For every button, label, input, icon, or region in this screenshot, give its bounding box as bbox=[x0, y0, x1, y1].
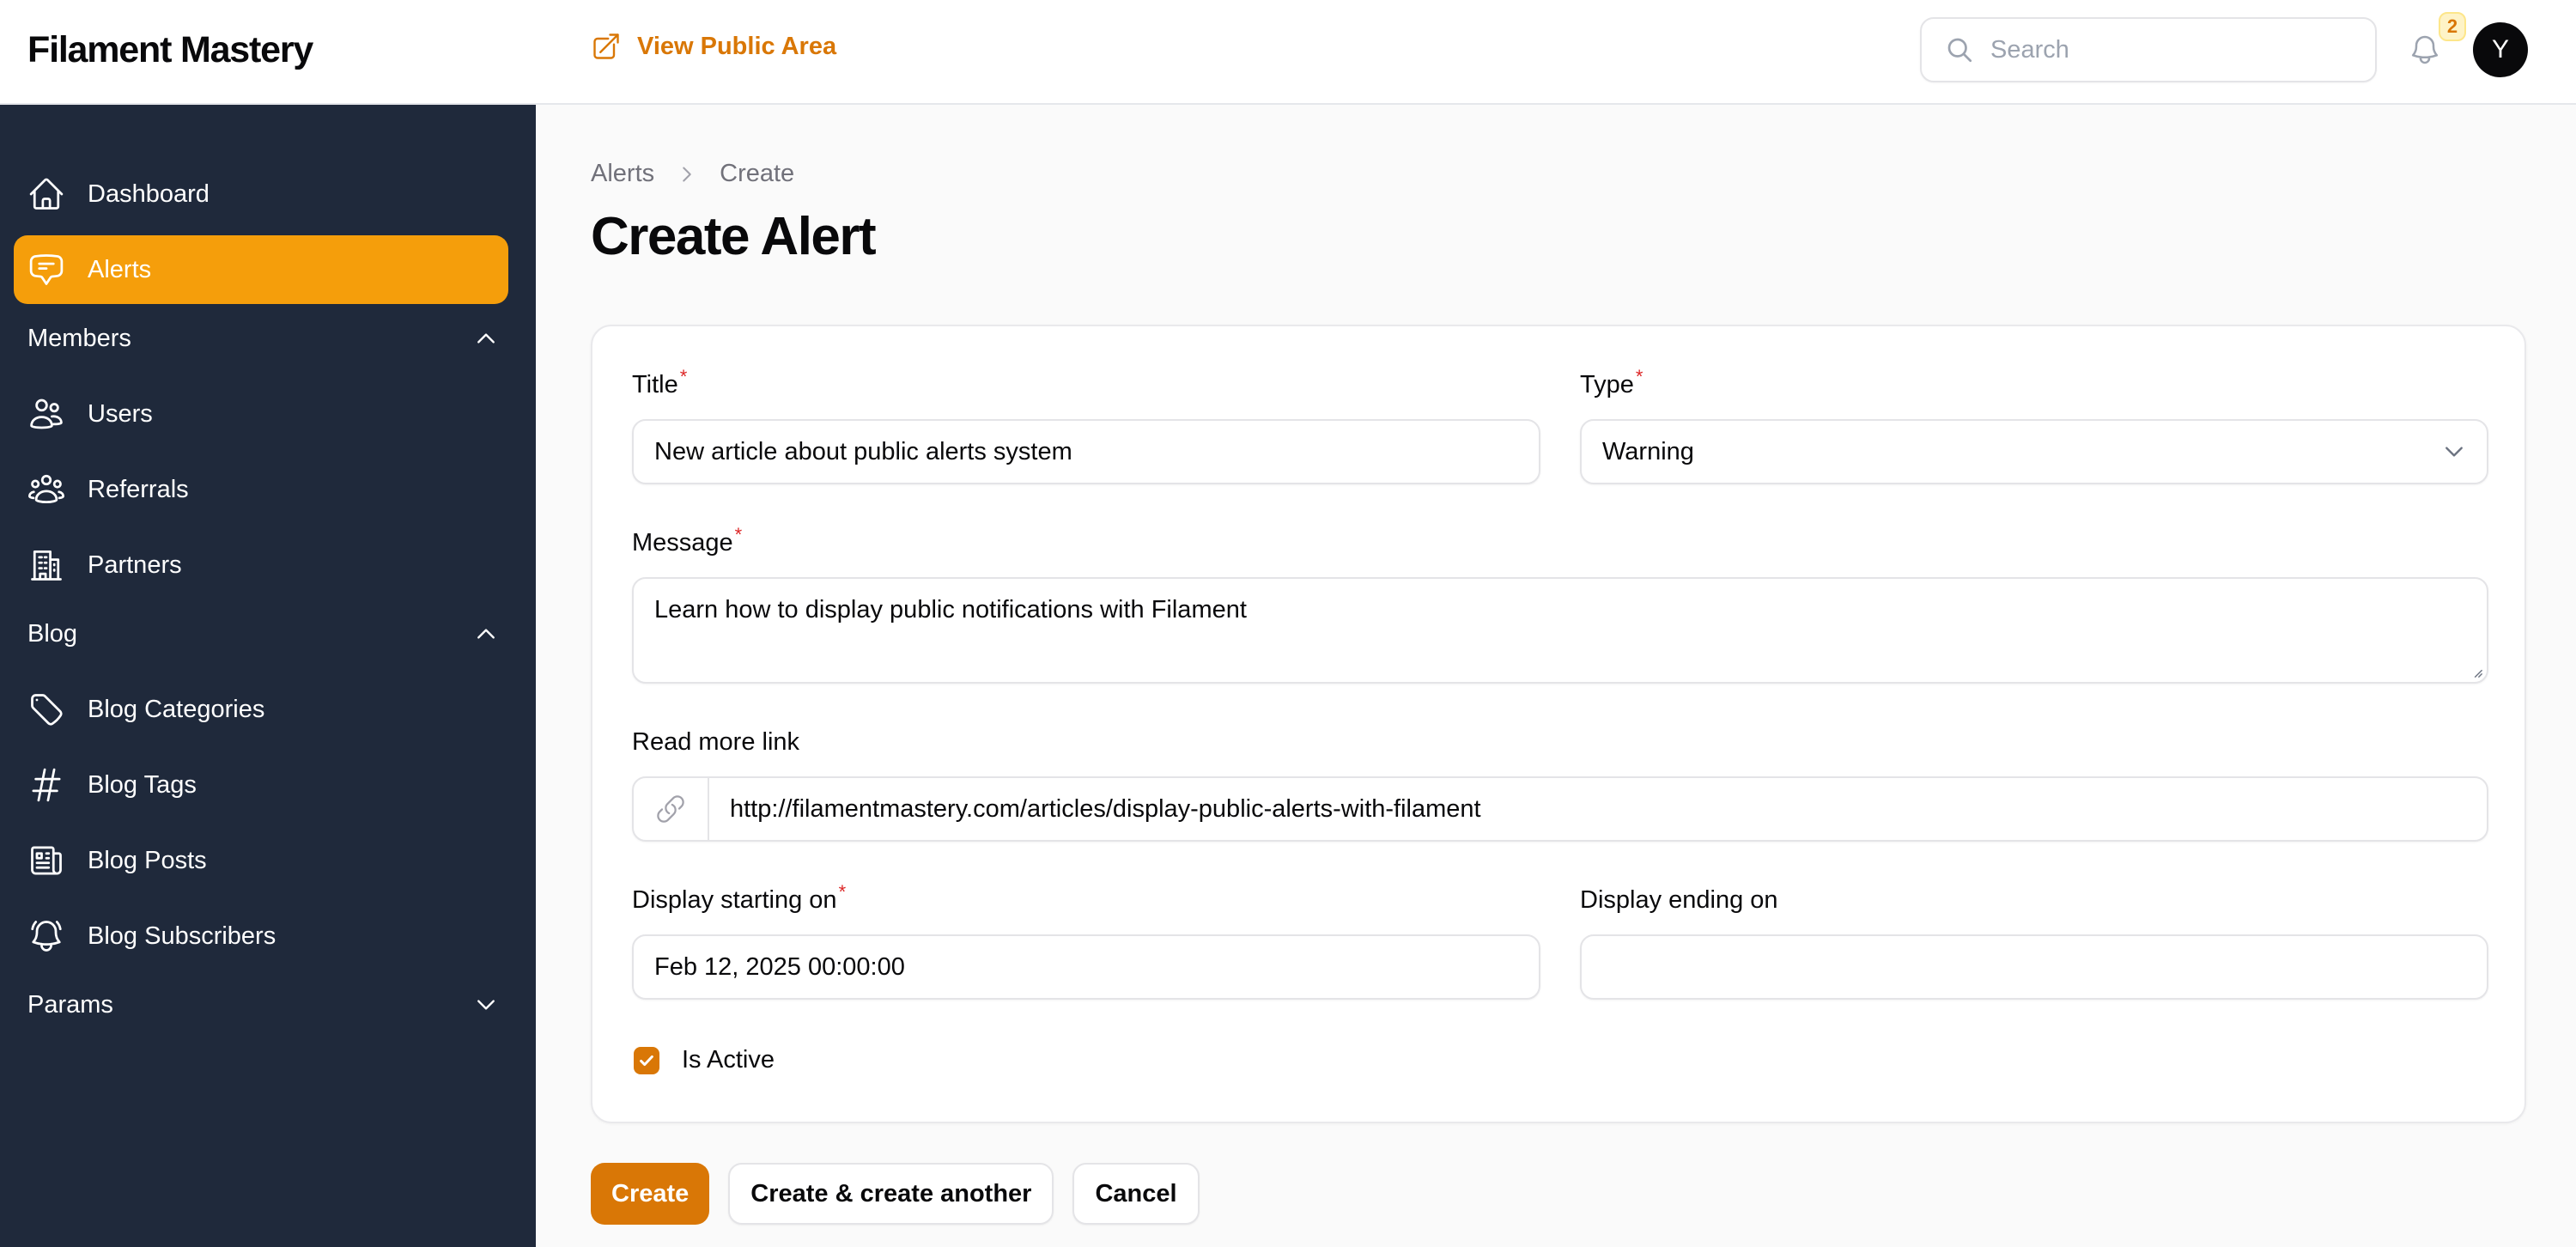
title-value: New article about public alerts system bbox=[654, 437, 1072, 465]
sidebar-item-partners[interactable]: Partners bbox=[14, 531, 508, 599]
required-marker: * bbox=[734, 524, 743, 545]
sidebar-item-blog-subscribers[interactable]: Blog Subscribers bbox=[14, 902, 508, 970]
user-group-icon bbox=[28, 474, 64, 504]
message-label: Message* bbox=[632, 524, 742, 557]
title-label: Title* bbox=[632, 366, 687, 399]
read-more-link-value: http://filamentmastery.com/articles/disp… bbox=[730, 794, 1481, 823]
required-marker: * bbox=[838, 881, 847, 903]
sidebar-item-label: Blog Categories bbox=[88, 695, 265, 723]
alert-form-card: Title* New article about public alerts s… bbox=[591, 325, 2526, 1123]
cancel-button[interactable]: Cancel bbox=[1072, 1163, 1200, 1225]
form-actions: Create Create & create another Cancel bbox=[591, 1163, 1200, 1225]
building-icon bbox=[31, 551, 62, 581]
global-search[interactable] bbox=[1920, 17, 2377, 82]
users-icon bbox=[30, 398, 63, 429]
chevron-up-icon bbox=[477, 629, 495, 639]
breadcrumb-create: Create bbox=[720, 160, 795, 187]
type-select[interactable]: Warning bbox=[1580, 419, 2488, 484]
sidebar-group-members[interactable]: Members bbox=[27, 313, 498, 364]
sidebar-item-label: Dashboard bbox=[88, 179, 210, 208]
display-start-label: Display starting on* bbox=[632, 881, 846, 915]
breadcrumb-alerts[interactable]: Alerts bbox=[591, 160, 654, 188]
tag-icon bbox=[31, 694, 63, 726]
sidebar-group-params[interactable]: Params bbox=[27, 979, 498, 1031]
resize-handle-icon[interactable] bbox=[2471, 666, 2483, 678]
is-active-checkbox[interactable] bbox=[634, 1046, 659, 1074]
display-end-datetime-input[interactable] bbox=[1580, 934, 2488, 1000]
view-public-area-label: View Public Area bbox=[637, 32, 837, 60]
sidebar-item-label: Blog Posts bbox=[88, 846, 207, 874]
hashtag-icon bbox=[32, 768, 61, 802]
sidebar-group-label: Blog bbox=[27, 619, 78, 648]
required-marker: * bbox=[679, 366, 688, 387]
read-more-link-input[interactable]: http://filamentmastery.com/articles/disp… bbox=[632, 776, 2488, 842]
home-icon bbox=[29, 178, 64, 210]
external-link-icon bbox=[593, 33, 619, 59]
sidebar-item-label: Blog Subscribers bbox=[88, 922, 276, 950]
message-textarea[interactable]: Learn how to display public notification… bbox=[632, 577, 2488, 684]
sidebar-item-blog-posts[interactable]: Blog Posts bbox=[14, 826, 508, 895]
sidebar-item-label: Alerts bbox=[88, 255, 152, 283]
topbar: Filament Mastery View Public Area 2 Y bbox=[0, 0, 2576, 105]
sidebar-item-blog-categories[interactable]: Blog Categories bbox=[14, 675, 508, 744]
chevron-down-icon bbox=[477, 1000, 495, 1010]
chevron-right-icon bbox=[683, 167, 691, 181]
sidebar-item-referrals[interactable]: Referrals bbox=[14, 455, 508, 524]
create-another-button[interactable]: Create & create another bbox=[728, 1163, 1054, 1225]
sidebar-item-blog-tags[interactable]: Blog Tags bbox=[14, 751, 508, 819]
sidebar-item-alerts[interactable]: Alerts bbox=[14, 235, 508, 304]
display-start-value: Feb 12, 2025 00:00:00 bbox=[654, 952, 905, 981]
title-label-text: Title bbox=[632, 371, 678, 398]
notification-count-badge: 2 bbox=[2439, 12, 2466, 41]
read-more-link-label: Read more link bbox=[632, 728, 799, 757]
url-prefix bbox=[634, 778, 709, 840]
search-icon bbox=[1947, 38, 1972, 63]
sidebar-item-dashboard[interactable]: Dashboard bbox=[14, 160, 508, 228]
notifications-bell-icon[interactable] bbox=[2408, 33, 2442, 67]
sidebar: Dashboard Alerts Members Users Referrals… bbox=[0, 105, 536, 1247]
display-start-datetime-input[interactable]: Feb 12, 2025 00:00:00 bbox=[632, 934, 1540, 1000]
sidebar-group-label: Params bbox=[27, 990, 113, 1019]
message-value: Learn how to display public notification… bbox=[654, 596, 1247, 624]
is-active-field[interactable]: Is Active bbox=[634, 1046, 775, 1074]
sidebar-group-blog[interactable]: Blog bbox=[27, 608, 498, 660]
breadcrumb: Alerts Create bbox=[591, 160, 794, 188]
type-label-text: Type bbox=[1580, 371, 1634, 398]
brand-logo[interactable]: Filament Mastery bbox=[27, 26, 313, 74]
sidebar-item-users[interactable]: Users bbox=[14, 380, 508, 448]
sidebar-item-label: Users bbox=[88, 399, 153, 428]
chevron-up-icon bbox=[477, 333, 495, 344]
user-avatar[interactable]: Y bbox=[2473, 22, 2528, 77]
link-icon bbox=[657, 795, 684, 823]
checkmark-icon bbox=[640, 1055, 653, 1066]
title-input[interactable]: New article about public alerts system bbox=[632, 419, 1540, 484]
chat-bubble-icon bbox=[29, 254, 64, 285]
sidebar-item-label: Referrals bbox=[88, 475, 189, 503]
sidebar-group-label: Members bbox=[27, 324, 131, 352]
type-label: Type* bbox=[1580, 366, 1643, 399]
message-label-text: Message bbox=[632, 529, 733, 557]
page-title: Create Alert bbox=[591, 207, 877, 266]
sidebar-item-label: Partners bbox=[88, 551, 182, 579]
display-end-label-text: Display ending on bbox=[1580, 886, 1778, 914]
required-marker: * bbox=[1635, 366, 1643, 387]
view-public-area-link[interactable]: View Public Area bbox=[591, 31, 836, 62]
sidebar-item-label: Blog Tags bbox=[88, 770, 197, 799]
read-more-link-label-text: Read more link bbox=[632, 728, 800, 756]
display-start-label-text: Display starting on bbox=[632, 886, 837, 914]
is-active-label: Is Active bbox=[682, 1046, 775, 1074]
type-value: Warning bbox=[1602, 437, 1694, 465]
create-button[interactable]: Create bbox=[591, 1163, 710, 1225]
display-end-label: Display ending on bbox=[1580, 886, 1778, 915]
bell-alert-icon bbox=[31, 921, 62, 952]
search-input[interactable] bbox=[1990, 35, 2368, 64]
chevron-down-icon bbox=[2445, 447, 2463, 457]
newspaper-icon bbox=[31, 846, 62, 875]
